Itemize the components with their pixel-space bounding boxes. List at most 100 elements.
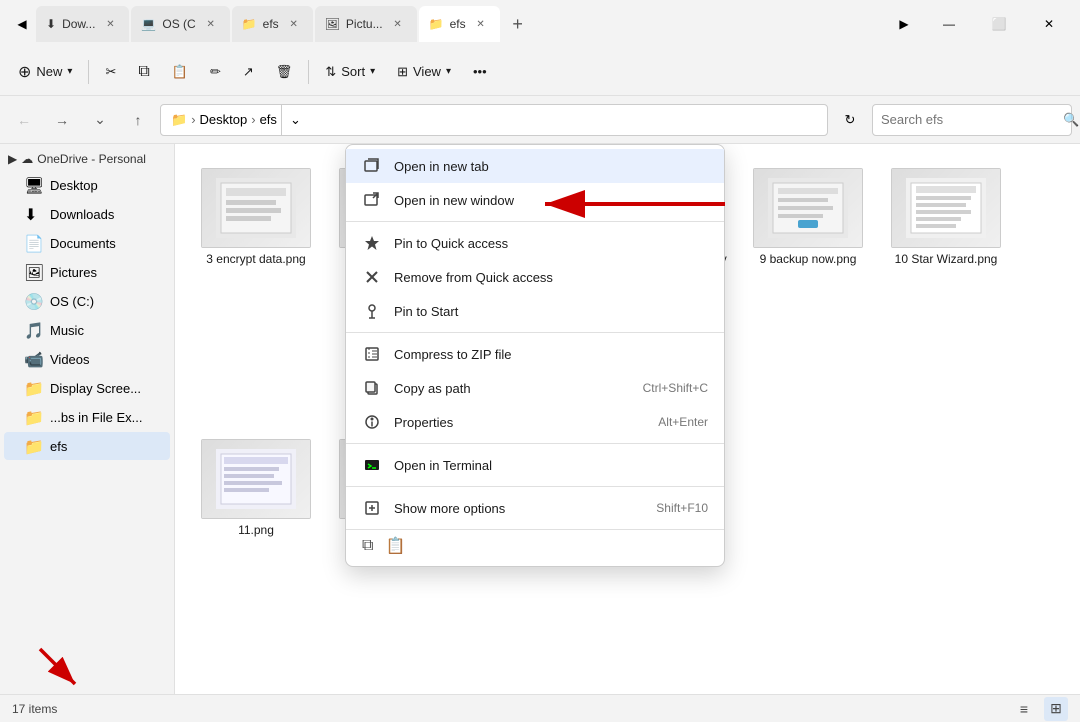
- sidebar-item-display-screen[interactable]: 📁 Display Scree...: [4, 374, 170, 402]
- tab-nav-left[interactable]: ◀: [8, 6, 36, 42]
- open-terminal-icon: [362, 455, 382, 475]
- pin-quick-access-icon: [362, 233, 382, 253]
- file-item[interactable]: 3 encrypt data.png: [191, 160, 321, 423]
- sidebar-item-osc[interactable]: 💿 OS (C:): [4, 287, 170, 315]
- cm-open-new-window[interactable]: Open in new window: [346, 183, 724, 217]
- tab-efs2[interactable]: 📁 efs ✕: [419, 6, 500, 42]
- file-name: 9 backup now.png: [760, 252, 857, 268]
- search-input[interactable]: [881, 112, 1057, 127]
- pin-start-icon: [362, 301, 382, 321]
- share-button[interactable]: ↗: [233, 54, 264, 90]
- sidebar-item-desktop-label: Desktop: [50, 178, 98, 193]
- tab-pictures-close[interactable]: ✕: [389, 15, 407, 33]
- cm-compress-zip[interactable]: Compress to ZIP file: [346, 337, 724, 371]
- music-icon: 🎵: [24, 321, 42, 339]
- expand-icon: ▶: [8, 152, 17, 166]
- display-screen-icon: 📁: [24, 379, 42, 397]
- cm-properties[interactable]: Properties Alt+Enter: [346, 405, 724, 439]
- tab-os[interactable]: 💻 OS (C ✕: [131, 6, 229, 42]
- cm-bottom-paste-icon[interactable]: 📋: [385, 536, 405, 556]
- file-thumbnail: [201, 168, 311, 248]
- path-desktop: Desktop: [200, 112, 248, 127]
- forward-button[interactable]: →: [46, 104, 78, 136]
- tab-efs2-label: efs: [450, 17, 466, 31]
- cm-show-more-options[interactable]: Show more options Shift+F10: [346, 491, 724, 525]
- cm-open-terminal[interactable]: Open in Terminal: [346, 448, 724, 482]
- refresh-button[interactable]: ↻: [834, 104, 866, 136]
- cm-sep4: [346, 486, 724, 487]
- cm-pin-quick-access[interactable]: Pin to Quick access: [346, 226, 724, 260]
- rename-button[interactable]: ✏: [200, 54, 231, 90]
- tab-efs-close[interactable]: ✕: [285, 15, 303, 33]
- sidebar-item-documents[interactable]: 📄 Documents: [4, 229, 170, 257]
- sidebar-item-efs-file-ex[interactable]: 📁 ...bs in File Ex...: [4, 403, 170, 431]
- sidebar-item-downloads[interactable]: ⬇ Downloads: [4, 200, 170, 228]
- close-button[interactable]: ✕: [1026, 8, 1072, 40]
- file-thumbnail: [891, 168, 1001, 248]
- sidebar-item-videos[interactable]: 📹 Videos: [4, 345, 170, 373]
- tab-pictures[interactable]: 🖼 Pictu... ✕: [315, 6, 417, 42]
- videos-icon: 📹: [24, 350, 42, 368]
- tab-os-close[interactable]: ✕: [202, 15, 220, 33]
- cm-properties-label: Properties: [394, 415, 646, 430]
- cm-copy-path[interactable]: Copy as path Ctrl+Shift+C: [346, 371, 724, 405]
- cm-open-new-tab[interactable]: Open in new tab: [346, 149, 724, 183]
- copy-button[interactable]: ⧉: [128, 54, 159, 90]
- grid-view-button[interactable]: ⊞: [1044, 697, 1068, 721]
- cut-button[interactable]: ✂: [95, 54, 126, 90]
- more-button[interactable]: •••: [463, 54, 497, 90]
- file-item[interactable]: 10 Star Wizard.png: [881, 160, 1011, 423]
- tab-efs2-close[interactable]: ✕: [472, 15, 490, 33]
- sep2: [308, 60, 309, 84]
- pictures-icon: 🖼: [24, 263, 42, 281]
- open-new-tab-icon: [362, 156, 382, 176]
- path-sep1: ›: [191, 112, 195, 127]
- tab-nav-right[interactable]: ▶: [890, 6, 918, 42]
- efs-file-ex-icon: 📁: [24, 408, 42, 426]
- maximize-button[interactable]: ⬜: [976, 8, 1022, 40]
- view-controls: ≡ ⊞: [1012, 697, 1068, 721]
- delete-button[interactable]: 🗑: [266, 54, 303, 90]
- tab-downloads-label: Dow...: [62, 17, 95, 31]
- sort-button[interactable]: ⇅ Sort ▾: [315, 54, 385, 90]
- more-icon: •••: [473, 64, 487, 79]
- tab-efs-icon: 📁: [242, 17, 257, 31]
- up-button[interactable]: ↑: [122, 104, 154, 136]
- new-tab-button[interactable]: +: [502, 8, 534, 40]
- address-dropdown-button[interactable]: ⌄: [281, 104, 309, 136]
- tab-efs[interactable]: 📁 efs ✕: [232, 6, 313, 42]
- copy-path-icon: [362, 378, 382, 398]
- down-arrow-indicator: [30, 639, 90, 694]
- tab-prev-btn[interactable]: ◀: [8, 6, 36, 42]
- file-item[interactable]: 9 backup now.png: [743, 160, 873, 423]
- address-path[interactable]: 📁 › Desktop › efs ⌄: [160, 104, 828, 136]
- back-button[interactable]: ←: [8, 104, 40, 136]
- sidebar-item-desktop[interactable]: 🖥 Desktop: [4, 171, 170, 199]
- sidebar-item-efs[interactable]: 📁 efs: [4, 432, 170, 460]
- paste-button[interactable]: 📋: [162, 54, 198, 90]
- file-item[interactable]: 11.png: [191, 431, 321, 678]
- cm-show-more-options-label: Show more options: [394, 501, 644, 516]
- onedrive-section[interactable]: ▶ ☁ OneDrive - Personal: [0, 148, 174, 170]
- cm-pin-quick-access-label: Pin to Quick access: [394, 236, 708, 251]
- cm-bottom-copy-icon[interactable]: ⧉: [362, 537, 373, 555]
- cm-pin-start[interactable]: Pin to Start: [346, 294, 724, 328]
- path-efs: efs: [260, 112, 277, 127]
- sidebar-item-music[interactable]: 🎵 Music: [4, 316, 170, 344]
- sort-dropdown-icon: ▾: [370, 66, 375, 77]
- title-bar: ◀ ⬇ Dow... ✕ 💻 OS (C ✕ 📁 efs ✕ 🖼 Pictu..…: [0, 0, 1080, 48]
- view-button[interactable]: ⊞ View ▾: [387, 54, 461, 90]
- sidebar-item-pictures[interactable]: 🖼 Pictures: [4, 258, 170, 286]
- address-bar: ← → ⌄ ↑ 📁 › Desktop › efs ⌄ ↻ 🔍: [0, 96, 1080, 144]
- history-button[interactable]: ⌄: [84, 104, 116, 136]
- new-label: New: [36, 64, 62, 79]
- tab-pictures-label: Pictu...: [346, 17, 383, 31]
- tab-next-btn[interactable]: ▶: [890, 6, 918, 42]
- tab-downloads-close[interactable]: ✕: [101, 15, 119, 33]
- cm-remove-quick-access[interactable]: Remove from Quick access: [346, 260, 724, 294]
- tab-downloads[interactable]: ⬇ Dow... ✕: [36, 6, 129, 42]
- minimize-button[interactable]: —: [926, 8, 972, 40]
- new-button[interactable]: ⊕ New ▾: [8, 54, 82, 90]
- osc-icon: 💿: [24, 292, 42, 310]
- list-view-button[interactable]: ≡: [1012, 697, 1036, 721]
